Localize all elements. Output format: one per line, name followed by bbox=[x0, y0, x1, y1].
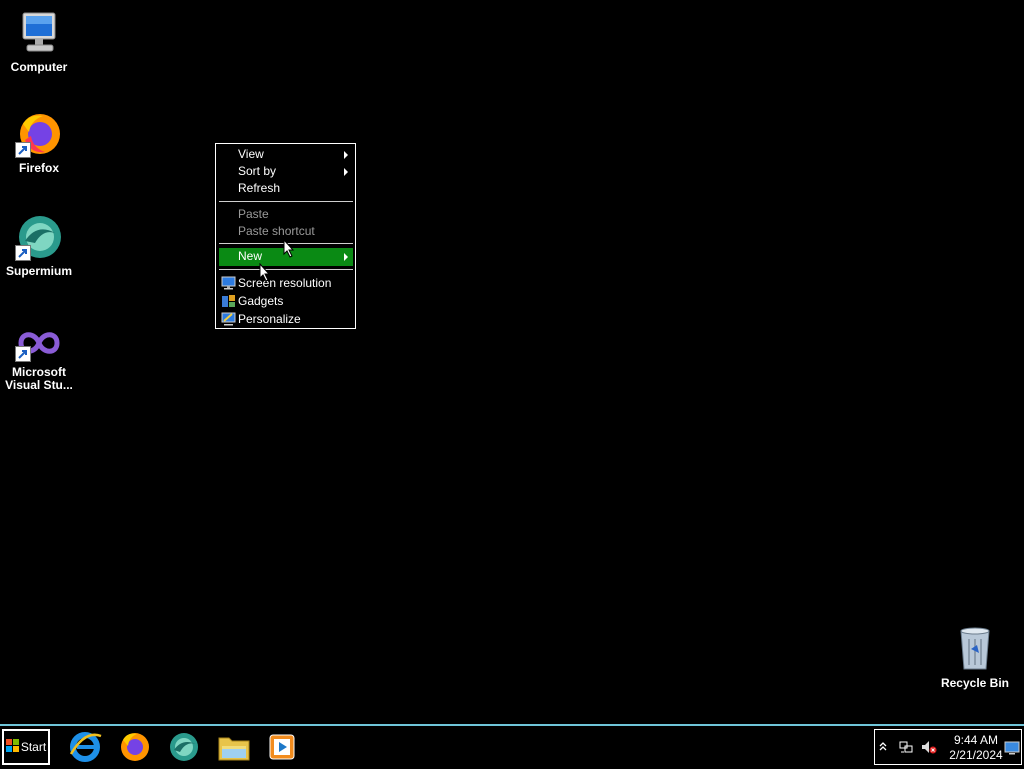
taskbar-app-explorer[interactable] bbox=[216, 730, 252, 764]
desktop-icon-label: Firefox bbox=[18, 161, 59, 175]
menu-item-label: Sort by bbox=[238, 164, 277, 178]
desktop[interactable]: Computer Firefox Supermium Microsoft Vis… bbox=[0, 0, 1024, 724]
start-label: Start bbox=[20, 740, 47, 754]
submenu-arrow-icon bbox=[344, 151, 348, 159]
menu-separator bbox=[219, 269, 353, 270]
menu-item-label: Personalize bbox=[238, 312, 301, 326]
menu-item-gadgets[interactable]: Gadgets bbox=[219, 293, 353, 310]
desktop-icon-firefox[interactable]: Firefox bbox=[0, 110, 79, 175]
desktop-icon-recycle-bin[interactable]: Recycle Bin bbox=[935, 625, 1015, 690]
taskbar-app-media-player[interactable] bbox=[265, 730, 301, 764]
shortcut-arrow-icon bbox=[15, 346, 31, 362]
desktop-icon-supermium[interactable]: Supermium bbox=[0, 213, 79, 278]
network-icon[interactable] bbox=[899, 740, 913, 754]
gadgets-icon bbox=[221, 294, 236, 308]
mouse-cursor-icon bbox=[259, 263, 271, 282]
menu-item-label: Paste bbox=[238, 207, 269, 221]
menu-item-label: Gadgets bbox=[238, 294, 284, 308]
taskbar-app-firefox[interactable] bbox=[117, 730, 153, 764]
system-tray: 9:44 AM 2/21/2024 bbox=[874, 729, 1022, 765]
computer-icon bbox=[15, 9, 63, 57]
clock-date: 2/21/2024 bbox=[949, 748, 1003, 762]
clock[interactable]: 9:44 AM 2/21/2024 bbox=[941, 733, 1011, 763]
menu-item-paste-shortcut[interactable]: Paste shortcut bbox=[219, 223, 353, 240]
menu-item-personalize[interactable]: Personalize bbox=[219, 311, 353, 328]
taskbar: Start 9:44 AM 2/21/2024 bbox=[0, 724, 1024, 768]
folder-icon bbox=[218, 737, 250, 761]
shortcut-arrow-icon bbox=[15, 142, 31, 158]
visual-studio-icon bbox=[15, 324, 63, 362]
ie-icon bbox=[69, 732, 102, 762]
menu-item-screen-resolution[interactable]: Screen resolution bbox=[219, 275, 353, 292]
show-desktop-icon[interactable] bbox=[1004, 741, 1020, 755]
menu-item-paste[interactable]: Paste bbox=[219, 206, 353, 223]
menu-item-label: Refresh bbox=[238, 181, 281, 195]
menu-item-sort-by[interactable]: Sort by bbox=[219, 163, 353, 180]
desktop-icon-label: Microsoft Visual Stu... bbox=[5, 365, 73, 392]
menu-item-view[interactable]: View bbox=[219, 146, 353, 163]
desktop-icon-label: Supermium bbox=[5, 264, 72, 278]
submenu-arrow-icon bbox=[344, 253, 348, 261]
display-icon bbox=[221, 276, 236, 290]
mouse-cursor-icon bbox=[283, 239, 295, 258]
start-button[interactable]: Start bbox=[2, 729, 50, 765]
supermium-icon bbox=[170, 733, 198, 761]
windows-logo-icon bbox=[5, 739, 19, 755]
recycle-bin-icon bbox=[951, 625, 999, 673]
clock-time: 9:44 AM bbox=[953, 733, 999, 747]
desktop-icon-label: Recycle Bin bbox=[940, 676, 1010, 690]
personalize-icon bbox=[221, 312, 236, 326]
media-player-icon bbox=[269, 734, 295, 760]
menu-item-label: Paste shortcut bbox=[238, 224, 315, 238]
volume-muted-icon[interactable] bbox=[921, 740, 937, 754]
taskbar-app-supermium[interactable] bbox=[166, 730, 202, 764]
supermium-icon bbox=[15, 213, 63, 261]
desktop-icon-visual-studio[interactable]: Microsoft Visual Stu... bbox=[0, 324, 79, 392]
show-hidden-icons-icon[interactable] bbox=[878, 740, 892, 754]
shortcut-arrow-icon bbox=[15, 245, 31, 261]
menu-separator bbox=[219, 201, 353, 202]
desktop-context-menu: View Sort by Refresh Paste Paste shortcu… bbox=[215, 143, 356, 329]
taskbar-app-ie[interactable] bbox=[67, 730, 103, 764]
firefox-icon bbox=[121, 733, 149, 761]
submenu-arrow-icon bbox=[344, 168, 348, 176]
desktop-icon-label: Computer bbox=[10, 60, 68, 74]
firefox-icon bbox=[15, 110, 63, 158]
menu-item-label: Screen resolution bbox=[238, 276, 332, 290]
desktop-icon-computer[interactable]: Computer bbox=[0, 9, 79, 74]
menu-item-label: New bbox=[238, 249, 263, 263]
menu-item-refresh[interactable]: Refresh bbox=[219, 180, 353, 197]
menu-item-label: View bbox=[238, 147, 264, 161]
